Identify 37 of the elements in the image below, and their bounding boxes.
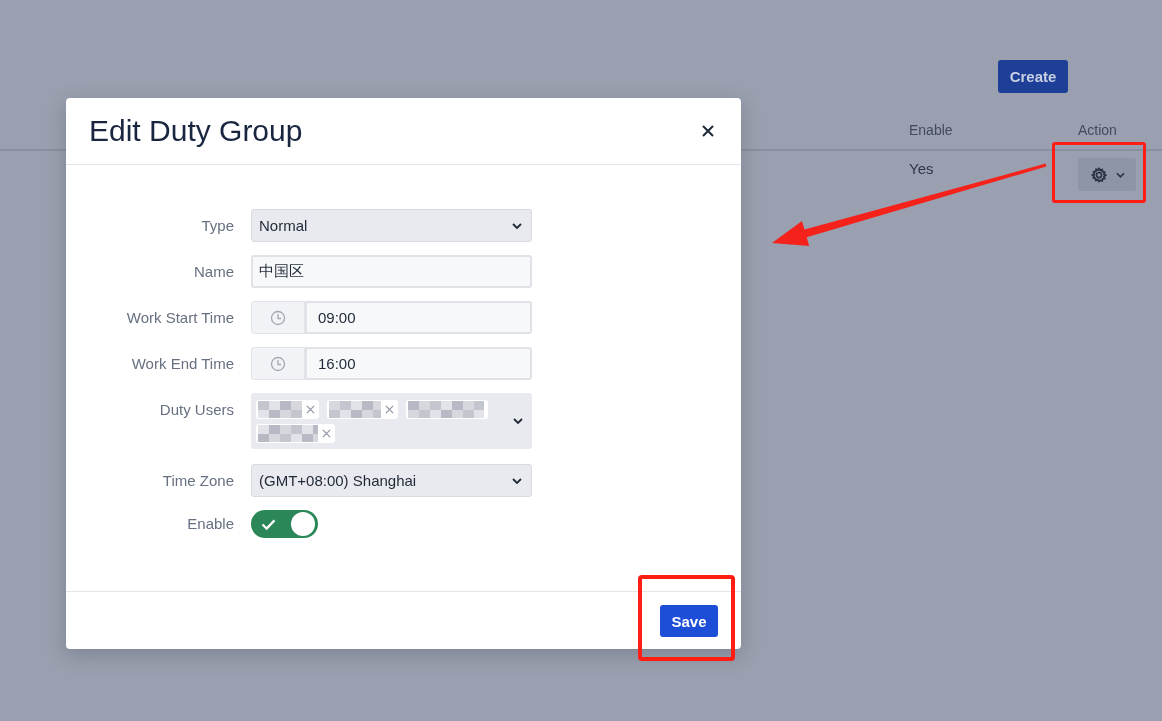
remove-icon[interactable]	[322, 428, 331, 438]
remove-icon[interactable]	[306, 404, 315, 414]
select-field[interactable]: Normal	[251, 209, 532, 242]
multi-select-field[interactable]	[251, 393, 532, 449]
field-label: Duty Users	[158, 400, 234, 420]
create-button[interactable]: Create	[998, 60, 1068, 93]
chevron-down-icon	[512, 222, 522, 229]
table-cell-text: Yes	[909, 159, 935, 179]
check-icon	[261, 518, 276, 530]
time-input[interactable]: 09:00	[305, 301, 532, 334]
action-menu-button[interactable]	[1078, 158, 1136, 191]
close-icon	[702, 125, 714, 137]
chevron-down-icon	[1115, 171, 1125, 178]
time-input[interactable]: 16:00	[305, 347, 532, 380]
field-label: Name	[193, 262, 234, 282]
enable-toggle[interactable]	[251, 510, 318, 538]
column-header: Enable	[909, 121, 954, 139]
field-label: Time Zone	[161, 471, 234, 491]
save-button[interactable]: Save	[660, 605, 718, 637]
remove-icon[interactable]	[385, 404, 394, 414]
field-label: Type	[200, 216, 234, 236]
redacted-mosaic	[258, 424, 318, 442]
column-header: Action	[1078, 121, 1118, 139]
clock-icon	[251, 347, 305, 380]
field-label: Work End Time	[130, 354, 234, 374]
close-button[interactable]	[702, 125, 714, 137]
clock-icon	[251, 301, 305, 334]
chevron-down-icon	[512, 477, 522, 484]
redacted-mosaic	[258, 400, 302, 418]
select-field[interactable]: (GMT+08:00) Shanghai	[251, 464, 532, 497]
field-label: Enable	[186, 514, 234, 534]
field-label: Work Start Time	[125, 308, 234, 328]
redacted-mosaic	[329, 400, 381, 418]
dialog-title: Edit Duty Group	[89, 113, 303, 149]
name-input[interactable]: 中国区	[251, 255, 532, 288]
gear-icon	[1089, 165, 1108, 184]
chevron-down-icon	[513, 418, 523, 424]
